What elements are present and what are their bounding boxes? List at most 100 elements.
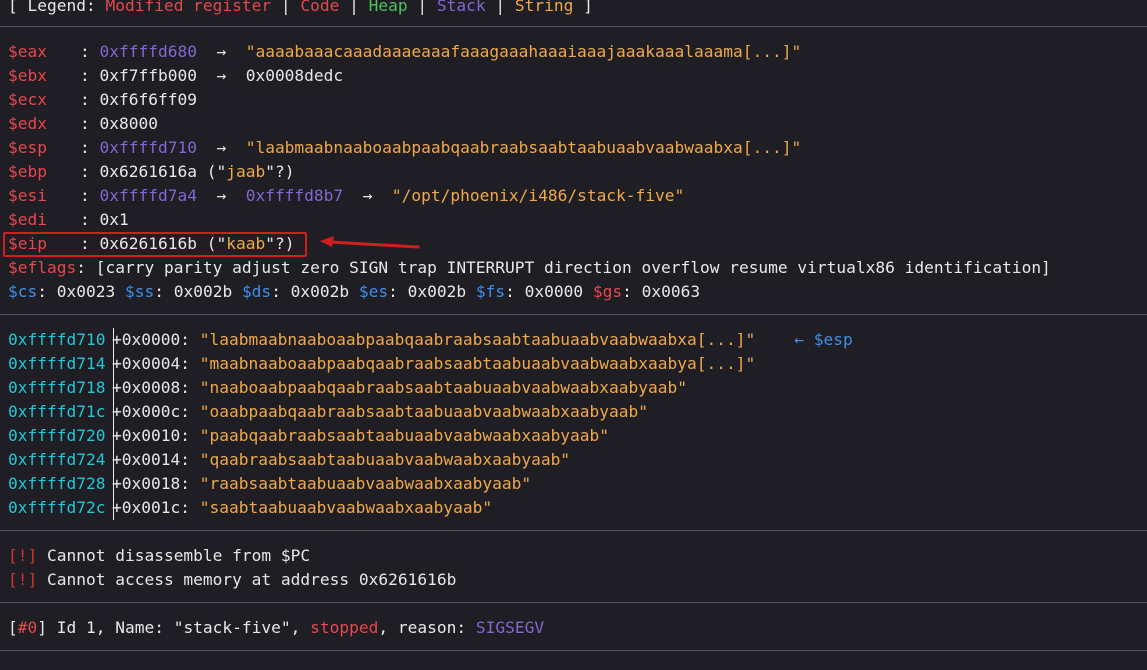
register-row-ecx: $ecx: 0xf6f6ff09	[8, 88, 197, 112]
stack-address: 0xffffd724	[8, 450, 106, 469]
terminal-window: [ Legend: Modified register | Code | Hea…	[0, 0, 1147, 670]
stack-address: 0xffffd728	[8, 474, 106, 493]
thread-reason-label: , reason:	[378, 618, 476, 637]
legend-separator: |	[485, 0, 515, 15]
section-divider	[0, 530, 1147, 531]
deref-arrow: →	[196, 66, 246, 85]
stack-value: "paabqaabraabsaabtaabuaabvaabwaabxaabyaa…	[199, 426, 610, 445]
register-row-eax: $eax: 0xffffd680 → "aaaabaaacaaadaaaeaaa…	[8, 40, 801, 64]
register-deref-string: "laabmaabnaaboaabpaabqaabraabsaabtaabuaa…	[245, 138, 802, 157]
register-deref-value: 0x0008dedc	[245, 66, 344, 85]
segment-name: $cs	[8, 282, 38, 301]
segment-name: $ss	[124, 282, 155, 301]
segment-value: : 0x002b	[154, 282, 242, 301]
stack-address: 0xffffd720	[8, 426, 106, 445]
register-value: 0xf6f6ff09	[99, 90, 197, 109]
register-value: 0x8000	[99, 114, 158, 133]
error-tag: [!]	[8, 570, 38, 589]
eflags-value: : [carry parity adjust zero SIGN trap IN…	[76, 258, 1051, 277]
register-value: 0xf7ffb000	[99, 66, 197, 85]
stack-value: "saabtaabuaabvaabwaabxaabyaab"	[199, 498, 493, 517]
legend-string: String	[514, 0, 574, 15]
register-name: $edx	[8, 114, 47, 133]
register-name: $eax	[8, 42, 47, 61]
section-divider	[0, 314, 1147, 315]
eflags-name: $eflags	[8, 258, 77, 277]
legend-open: [ Legend:	[8, 0, 106, 15]
stack-row: 0xffffd71c +0x000c: "oaabpaabqaabraabsaab…	[8, 400, 648, 424]
segment-value: : 0x0023	[37, 282, 125, 301]
section-divider	[0, 602, 1147, 603]
register-value: 0xffffd710	[99, 138, 197, 157]
deref-arrow: →	[343, 186, 392, 205]
deref-arrow: →	[196, 186, 246, 205]
stack-row: 0xffffd714 +0x0004: "maabnaaboaabpaabqaab…	[8, 352, 755, 376]
legend-modified-register: Modified register	[105, 0, 272, 15]
thread-bracket: [	[8, 618, 18, 637]
segment-name: $fs	[475, 282, 506, 301]
stack-row: 0xffffd724 +0x0014: "qaabraabsaabtaabuaab…	[8, 448, 570, 472]
stack-offset: +0x0010:	[112, 426, 200, 445]
segment-value: : 0x002b	[271, 282, 359, 301]
stack-row: 0xffffd72c +0x001c: "saabtaabuaabvaabwaab…	[8, 496, 492, 520]
legend-heap: Heap	[368, 0, 408, 15]
register-colon: :	[80, 186, 100, 205]
stack-row: 0xffffd720 +0x0010: "paabqaabraabsaabtaab…	[8, 424, 609, 448]
stack-pointer-note: ← $esp	[755, 330, 853, 349]
legend-separator: |	[339, 0, 369, 15]
register-name: $ebx	[8, 66, 47, 85]
stack-offset: +0x0014:	[112, 450, 200, 469]
thread-info: Id 1, Name: "stack-five",	[47, 618, 311, 637]
stack-row: 0xffffd728 +0x0018: "raabsaabtaabuaabvaab…	[8, 472, 531, 496]
segment-value: : 0x002b	[388, 282, 476, 301]
stack-offset: +0x0004:	[112, 354, 200, 373]
register-row-esp: $esp: 0xffffd710 → "laabmaabnaaboaabpaab…	[8, 136, 801, 160]
stack-address: 0xffffd71c	[8, 402, 106, 421]
register-name: $esi	[8, 186, 47, 205]
stack-value: "maabnaaboaabpaabqaabraabsaabtaabuaabvaa…	[199, 354, 756, 373]
register-row-ebp: $ebp: 0x6261616a ("jaab"?)	[8, 160, 294, 184]
register-deref-pointer: 0xffffd8b7	[245, 186, 344, 205]
error-tag: [!]	[8, 546, 38, 565]
register-colon: :	[80, 66, 100, 85]
segment-registers-row: $cs: 0x0023 $ss: 0x002b $ds: 0x002b $es:…	[8, 280, 700, 304]
legend-separator: |	[407, 0, 437, 15]
stack-value: "naaboaabpaabqaabraabsaabtaabuaabvaabwaa…	[199, 378, 688, 397]
register-colon: :	[80, 162, 100, 181]
segment-name: $gs	[592, 282, 623, 301]
section-divider	[0, 26, 1147, 27]
legend-stack: Stack	[436, 0, 486, 15]
deref-arrow: →	[196, 138, 246, 157]
segment-value: : 0x0000	[505, 282, 593, 301]
thread-id-tag: #0	[17, 618, 38, 637]
error-text: Cannot disassemble from $PC	[37, 546, 311, 565]
segment-value: : 0x0063	[622, 282, 701, 301]
register-value: 0x6261616a	[99, 162, 197, 181]
stack-offset: +0x0000:	[112, 330, 200, 349]
stack-offset: +0x000c:	[112, 402, 200, 421]
stack-offset: +0x001c:	[112, 498, 200, 517]
register-colon: :	[80, 90, 100, 109]
register-row-ebx: $ebx: 0xf7ffb000 → 0x0008dedc	[8, 64, 343, 88]
stack-address: 0xffffd714	[8, 354, 106, 373]
thread-status-line: [#0] Id 1, Name: "stack-five", stopped, …	[8, 616, 544, 640]
stack-offset: +0x0008:	[112, 378, 200, 397]
deref-arrow: →	[196, 42, 246, 61]
register-row-edi: $edi: 0x1	[8, 208, 129, 232]
segment-name: $ds	[241, 282, 272, 301]
segment-name: $es	[358, 282, 389, 301]
error-message: [!] Cannot disassemble from $PC	[8, 544, 310, 568]
stack-row: 0xffffd710 +0x0000: "laabmaabnaaboaabpaab…	[8, 328, 853, 352]
register-name: $ecx	[8, 90, 47, 109]
legend-line: [ Legend: Modified register | Code | Hea…	[8, 0, 593, 18]
register-row-esi: $esi: 0xffffd7a4 → 0xffffd8b7 → "/opt/ph…	[8, 184, 684, 208]
stack-address: 0xffffd718	[8, 378, 106, 397]
stack-value: "oaabpaabqaabraabsaabtaabuaabvaabwaabxaa…	[199, 402, 649, 421]
register-deref-string: "/opt/phoenix/i486/stack-five"	[391, 186, 685, 205]
legend-close: ]	[573, 0, 593, 15]
register-colon: :	[80, 138, 100, 157]
register-name: $edi	[8, 210, 47, 229]
error-message: [!] Cannot access memory at address 0x62…	[8, 568, 456, 592]
stack-row: 0xffffd718 +0x0008: "naaboaabpaabqaabraab…	[8, 376, 687, 400]
eip-highlight-box	[3, 232, 307, 257]
